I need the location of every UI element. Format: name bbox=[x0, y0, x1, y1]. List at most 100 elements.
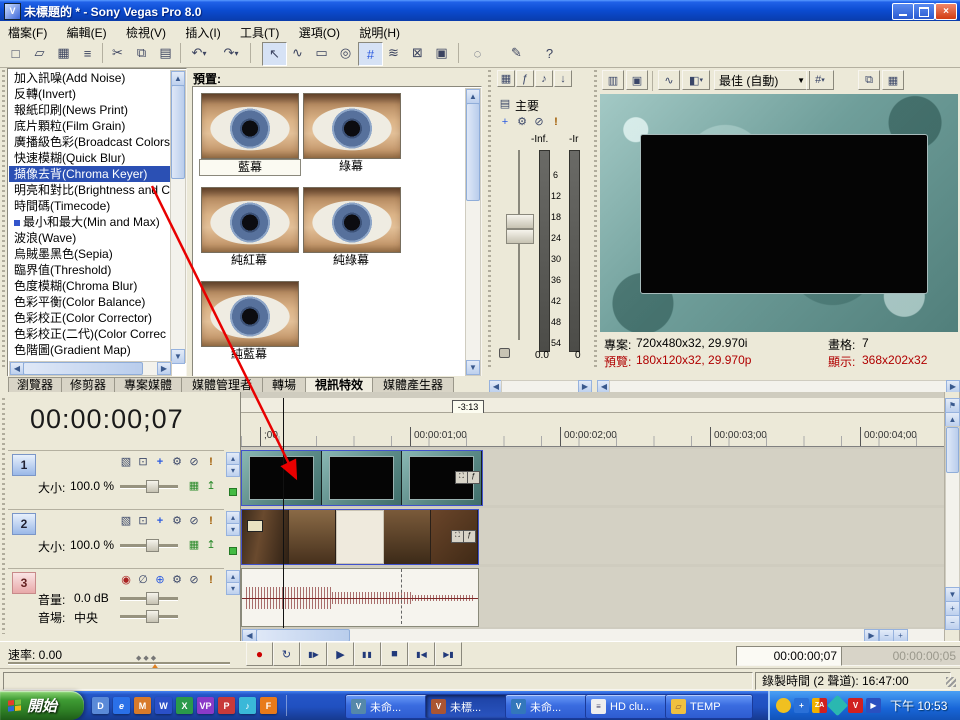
project-properties-icon[interactable]: ▥ bbox=[602, 70, 624, 90]
preset-label-blue-screen[interactable]: 藍幕 bbox=[199, 159, 301, 176]
undo-icon[interactable]: ↶▾ bbox=[184, 42, 214, 64]
master-fx-icon[interactable]: ⚙ bbox=[514, 114, 530, 129]
tab-explorer[interactable]: 瀏覽器 bbox=[8, 377, 62, 392]
save-snapshot-icon[interactable]: ▦ bbox=[882, 70, 904, 90]
timeline-hscroll-thumb[interactable] bbox=[256, 629, 350, 641]
track-fx-icon[interactable]: ⚙ bbox=[169, 572, 185, 587]
make-compositing-child-icon[interactable]: ↥ bbox=[203, 537, 219, 552]
tab-project-media[interactable]: 專案媒體 bbox=[114, 377, 182, 392]
big-timecode-display[interactable]: 00:00:00;07 bbox=[30, 404, 184, 435]
close-button[interactable]: × bbox=[935, 3, 957, 20]
bypass-motion-blur-icon[interactable]: ▧ bbox=[118, 513, 134, 528]
scroll-up-icon[interactable]: ▲ bbox=[466, 89, 480, 104]
fx-item-timecode[interactable]: 時間碼(Timecode) bbox=[9, 198, 170, 214]
title-bar[interactable]: V 未標題的 * - Sony Vegas Pro 8.0 × bbox=[0, 0, 960, 21]
track-1-header[interactable]: 1 ▧ ⊡ + ⚙ ⊘ ! 大小: 100.0 % ▦ ↥ bbox=[8, 450, 224, 506]
quicklaunch-icon-7[interactable]: P bbox=[218, 697, 235, 714]
play-from-start-button[interactable]: ▮▶ bbox=[300, 642, 327, 666]
tray-icon-2[interactable]: + bbox=[794, 698, 809, 713]
taskbar-task-2[interactable]: V未標... bbox=[425, 694, 513, 719]
go-to-end-button[interactable]: ▶▮ bbox=[435, 642, 462, 666]
fx-item-add-noise[interactable]: 加入訊噪(Add Noise) bbox=[9, 70, 170, 86]
event-fx-button[interactable]: ƒ bbox=[463, 530, 476, 543]
tray-icon-1[interactable] bbox=[776, 698, 791, 713]
presets-vscroll-thumb[interactable] bbox=[466, 103, 480, 201]
cut-icon[interactable]: ✂ bbox=[106, 42, 129, 64]
mute-icon[interactable]: ⊘ bbox=[186, 572, 202, 587]
normal-edit-tool-icon[interactable]: ↖ bbox=[262, 42, 287, 66]
loop-playback-button[interactable]: ↻ bbox=[273, 642, 300, 666]
scroll-down-icon[interactable]: ▼ bbox=[945, 587, 960, 602]
scroll-right-icon[interactable]: ▶ bbox=[864, 629, 879, 641]
timeline-hscroll[interactable]: ◀ ▶ − + bbox=[241, 628, 944, 641]
rate-slider[interactable] bbox=[8, 662, 230, 665]
taskbar-task-1[interactable]: V未命... bbox=[345, 694, 433, 719]
size-slider-knob[interactable] bbox=[146, 539, 159, 552]
tray-icon-4[interactable] bbox=[827, 695, 848, 716]
fx-list-vscroll[interactable]: ▲ ▼ bbox=[170, 70, 186, 363]
fx-item-color-corrector[interactable]: 色彩校正(Color Corrector) bbox=[9, 310, 170, 326]
restore-button[interactable] bbox=[913, 3, 935, 20]
scroll-left-icon[interactable]: ◀ bbox=[242, 629, 257, 641]
video-event-track2[interactable]: ⛶ ƒ bbox=[241, 509, 479, 565]
pen-tool-icon[interactable]: ✎ bbox=[505, 42, 528, 64]
quicklaunch-icon-3[interactable]: M bbox=[134, 697, 151, 714]
size-slider-knob[interactable] bbox=[146, 480, 159, 493]
video-output-fx-icon[interactable]: ∿ bbox=[658, 70, 680, 90]
master-mute-icon[interactable]: ⊘ bbox=[531, 114, 547, 129]
timeline-vscroll[interactable] bbox=[945, 426, 960, 588]
selection-edit-tool-icon[interactable]: ▭ bbox=[310, 42, 333, 64]
tab-media-generators[interactable]: 媒體產生器 bbox=[372, 377, 454, 392]
composite-mode-icon[interactable]: ▦ bbox=[186, 537, 202, 552]
fx-item-brightness-contrast[interactable]: 明亮和對比(Brightness and C bbox=[9, 182, 170, 198]
track-fx-icon[interactable]: ⚙ bbox=[169, 513, 185, 528]
tray-icon-6[interactable]: ▶ bbox=[866, 698, 881, 713]
zoom-in-track-height-icon[interactable]: + bbox=[945, 601, 960, 616]
fx-item-chroma-blur[interactable]: 色度模糊(Chroma Blur) bbox=[9, 278, 170, 294]
scroll-right-icon[interactable]: ▶ bbox=[157, 362, 171, 375]
quicklaunch-icon-5[interactable]: X bbox=[176, 697, 193, 714]
insert-fx-icon[interactable]: ƒ bbox=[516, 70, 534, 87]
taskbar-task-5[interactable]: ▱TEMP bbox=[665, 694, 753, 719]
fader-handle-left[interactable] bbox=[506, 214, 534, 229]
mute-icon[interactable]: ⊘ bbox=[186, 454, 202, 469]
enable-snapping-icon[interactable]: # bbox=[358, 42, 383, 66]
bypass-motion-blur-icon[interactable]: ▧ bbox=[118, 454, 134, 469]
track-restore-icon[interactable]: ▾ bbox=[226, 582, 240, 595]
preset-label-pure-green[interactable]: 純綠幕 bbox=[301, 253, 401, 268]
volume-slider-knob[interactable] bbox=[146, 592, 159, 605]
fx-item-gradient-map[interactable]: 色階圖(Gradient Map) bbox=[9, 342, 170, 358]
auto-ripple-icon[interactable]: ≋ bbox=[382, 42, 405, 64]
fader-track[interactable] bbox=[518, 150, 520, 340]
preset-thumb-pure-red[interactable] bbox=[201, 187, 299, 253]
insert-bus-icon[interactable]: ▦ bbox=[497, 70, 515, 87]
track-motion-icon[interactable]: ⊡ bbox=[135, 454, 151, 469]
solo-icon[interactable]: ! bbox=[203, 572, 219, 587]
fx-vscroll-thumb[interactable] bbox=[171, 85, 185, 179]
solo-icon[interactable]: ! bbox=[203, 513, 219, 528]
make-compositing-child-icon[interactable]: ↥ bbox=[203, 478, 219, 493]
master-solo-icon[interactable]: ! bbox=[548, 114, 564, 129]
fx-item-news-print[interactable]: 報紙印刷(News Print) bbox=[9, 102, 170, 118]
track-keyframe-icon[interactable]: + bbox=[152, 454, 168, 469]
external-monitor-icon[interactable]: ▣ bbox=[626, 70, 648, 90]
fx-item-sepia[interactable]: 烏賊墨黑色(Sepia) bbox=[9, 246, 170, 262]
solo-icon[interactable]: ! bbox=[203, 454, 219, 469]
go-to-start-button[interactable]: ▮◀ bbox=[408, 642, 435, 666]
envelope-edit-tool-icon[interactable]: ∿ bbox=[286, 42, 309, 64]
fx-item-threshold[interactable]: 臨界值(Threshold) bbox=[9, 262, 170, 278]
preset-thumb-pure-blue[interactable] bbox=[201, 281, 299, 347]
invert-phase-icon[interactable]: ∅ bbox=[135, 572, 151, 587]
track-restore-icon[interactable]: ▾ bbox=[226, 464, 240, 477]
preset-thumb-blue-screen[interactable] bbox=[201, 93, 299, 159]
media-player-icon[interactable]: ♪ bbox=[239, 697, 256, 714]
preview-grip[interactable] bbox=[594, 70, 597, 370]
split-screen-icon[interactable]: ◧▾ bbox=[682, 70, 710, 90]
track-number-badge[interactable]: 3 bbox=[12, 572, 36, 594]
event-fx-button[interactable]: ƒ bbox=[467, 471, 480, 484]
record-arm-icon[interactable]: ◉ bbox=[118, 572, 134, 587]
master-keyframe-icon[interactable]: + bbox=[497, 114, 513, 129]
tab-transitions[interactable]: 轉場 bbox=[262, 377, 306, 392]
scroll-down-icon[interactable]: ▼ bbox=[171, 349, 185, 364]
track-restore-icon[interactable]: ▾ bbox=[226, 523, 240, 536]
